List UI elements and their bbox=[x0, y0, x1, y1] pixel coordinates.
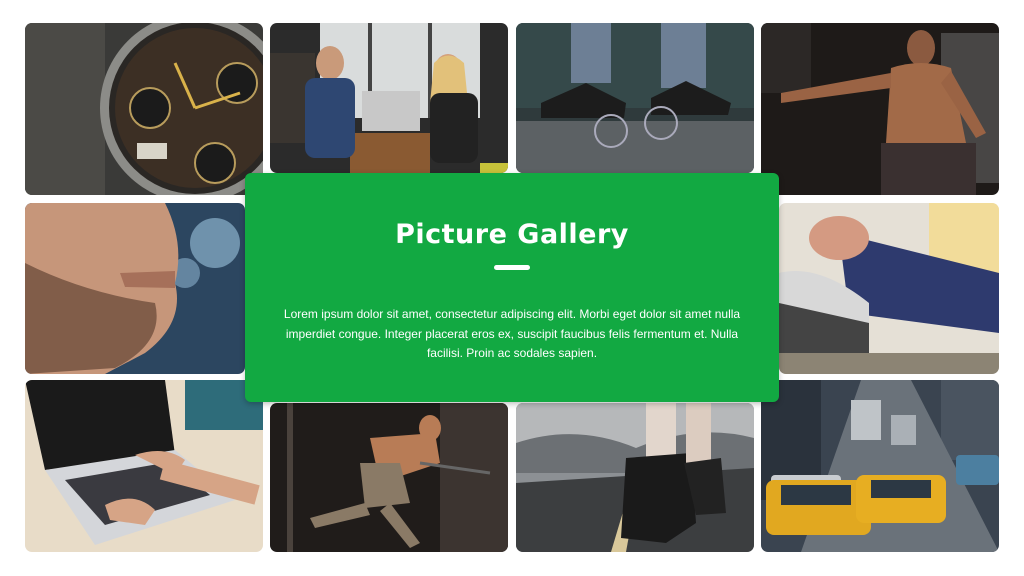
photo-business-meeting bbox=[270, 23, 508, 173]
photo-wristwatch bbox=[25, 23, 263, 195]
photo-sneakers-and-glasses bbox=[516, 23, 754, 173]
photo-tying-shoelace bbox=[779, 203, 999, 374]
gallery-info-panel: Picture Gallery Lorem ipsum dolor sit am… bbox=[245, 173, 779, 402]
title-underline-divider bbox=[494, 265, 530, 270]
photo-city-taxis bbox=[761, 380, 999, 552]
photo-laptop-typing bbox=[25, 380, 263, 552]
photo-man-face bbox=[25, 203, 245, 374]
photo-running-road bbox=[516, 403, 754, 552]
photo-gym-workout bbox=[270, 403, 508, 552]
gallery-title: Picture Gallery bbox=[395, 219, 629, 250]
photo-fitness-man bbox=[761, 23, 999, 195]
gallery-description: Lorem ipsum dolor sit amet, consectetur … bbox=[283, 307, 741, 360]
